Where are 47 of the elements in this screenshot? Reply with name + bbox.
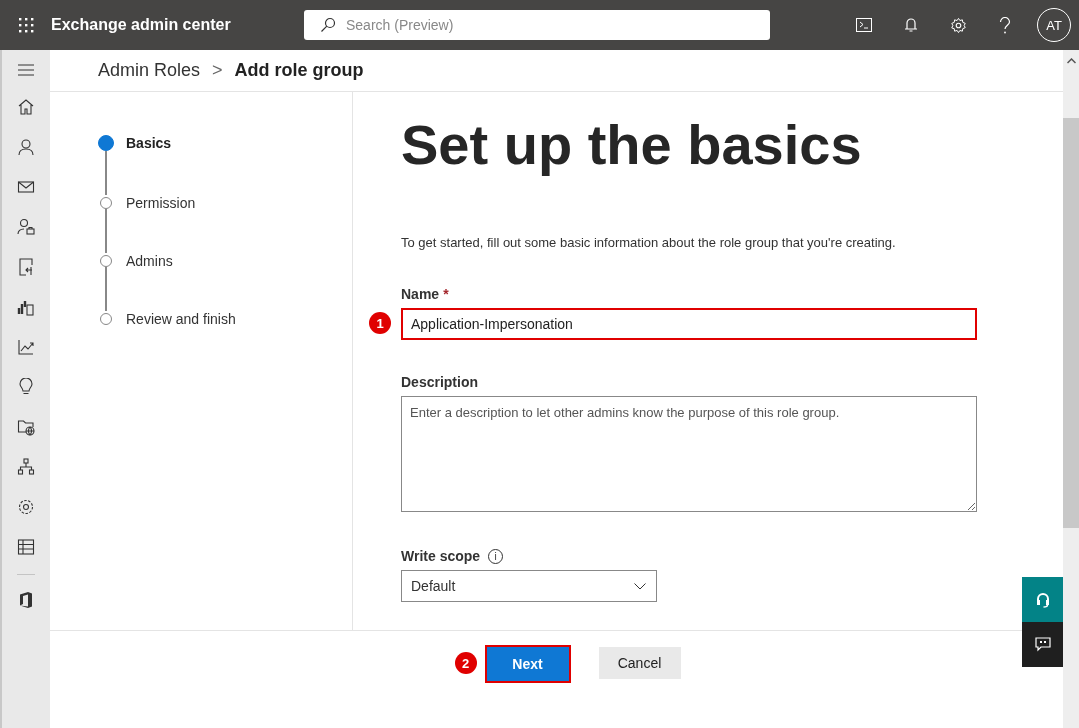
step-label[interactable]: Basics	[126, 135, 172, 195]
callout-marker: 2	[454, 652, 477, 674]
gear-icon[interactable]	[17, 498, 35, 516]
feedback-button[interactable]	[1022, 622, 1063, 667]
step-label[interactable]: Admins	[126, 253, 173, 311]
field-label: Description	[401, 374, 478, 390]
search-field[interactable]: Search (Preview)	[304, 10, 770, 40]
headset-icon	[1035, 591, 1050, 608]
breadcrumb-separator: >	[212, 60, 223, 81]
terminal-icon[interactable]	[856, 18, 872, 32]
settings-icon[interactable]	[950, 16, 967, 34]
help-icon[interactable]	[999, 16, 1011, 34]
write-scope-dropdown[interactable]: Default	[401, 570, 657, 602]
step-label[interactable]: Review and finish	[126, 311, 236, 327]
step-label[interactable]: Permission	[126, 195, 196, 253]
lightbulb-icon[interactable]	[17, 378, 35, 396]
field-label: Write scope	[401, 548, 481, 564]
page-heading: Set up the basics	[401, 112, 863, 177]
chevron-down-icon	[634, 582, 646, 590]
home-icon[interactable]	[17, 98, 35, 116]
person-icon[interactable]	[17, 138, 35, 156]
menu-icon[interactable]	[18, 64, 34, 76]
app-title: Exchange admin center	[51, 16, 232, 34]
breadcrumb-current: Add role group	[234, 60, 364, 81]
next-button[interactable]: Next	[486, 647, 569, 681]
callout-marker: 1	[369, 312, 391, 334]
scrollbar[interactable]	[1063, 50, 1079, 728]
mail-icon[interactable]	[17, 178, 35, 196]
app-launcher-icon[interactable]	[18, 17, 34, 33]
folder-globe-icon[interactable]	[17, 418, 35, 436]
field-label: Name	[401, 286, 440, 302]
trend-chart-icon[interactable]	[17, 338, 35, 356]
bell-icon[interactable]	[904, 17, 918, 33]
org-chart-icon[interactable]	[17, 458, 35, 476]
breadcrumb-link[interactable]: Admin Roles	[98, 60, 201, 81]
import-icon[interactable]	[17, 258, 35, 276]
table-icon[interactable]	[17, 538, 35, 556]
name-field[interactable]: Application-Impersonation	[401, 308, 977, 340]
description-field[interactable]: Enter a description to let other admins know the purpose of this role group.	[401, 396, 977, 512]
intro-text: To get started, fill out some basic information about the role group that you're creating.	[401, 235, 897, 250]
required-mark: *	[443, 286, 449, 302]
person-briefcase-icon[interactable]	[17, 218, 35, 236]
cancel-button[interactable]: Cancel	[598, 647, 681, 679]
office-logo-icon[interactable]	[19, 591, 33, 609]
headset-support-button[interactable]	[1022, 577, 1063, 622]
chat-icon	[1034, 637, 1051, 652]
bar-chart-phone-icon[interactable]	[17, 298, 35, 316]
